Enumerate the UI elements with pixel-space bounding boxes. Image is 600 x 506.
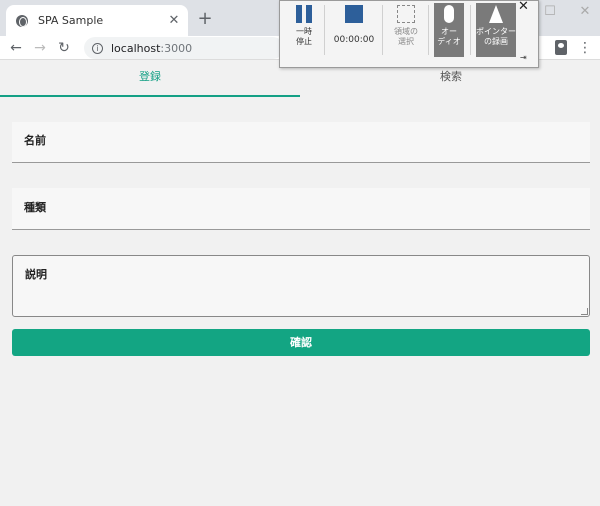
type-field[interactable]: 種類 — [12, 188, 590, 230]
select-region-button[interactable]: 領域の 選択 — [388, 3, 424, 57]
browser-menu-button[interactable]: ⋮ — [578, 38, 592, 58]
tab-search[interactable]: 検索 — [301, 60, 600, 97]
resize-handle[interactable] — [581, 308, 588, 315]
microphone-icon — [444, 5, 454, 23]
pointer-icon — [489, 5, 503, 23]
audio-label-1: オー — [441, 27, 457, 36]
separator — [324, 5, 325, 55]
info-icon[interactable]: i — [92, 42, 103, 54]
name-field[interactable]: 名前 — [12, 122, 590, 163]
globe-icon — [16, 14, 28, 27]
tab-close-icon[interactable]: ✕ — [164, 11, 184, 31]
separator — [428, 5, 429, 55]
browser-tab[interactable]: SPA Sample ✕ — [6, 5, 188, 36]
description-textarea[interactable]: 説明 — [12, 255, 590, 317]
window-close-button[interactable]: ✕ — [570, 2, 600, 22]
region-label-1: 領域の — [394, 27, 418, 36]
tab-title: SPA Sample — [38, 14, 104, 27]
tab-register[interactable]: 登録 — [0, 60, 300, 97]
region-label-2: 選択 — [398, 37, 414, 46]
forward-button[interactable]: → — [30, 38, 50, 58]
name-label: 名前 — [24, 134, 46, 147]
pointer-label-2: の録画 — [484, 37, 508, 46]
recorder-close-icon[interactable]: ✕ — [518, 0, 529, 14]
url-host: localhost — [111, 41, 161, 55]
region-select-icon — [397, 5, 415, 23]
confirm-button[interactable]: 確認 — [12, 329, 590, 356]
address-bar[interactable]: i localhost :3000 — [84, 37, 284, 59]
audio-toggle[interactable]: オー ディオ — [434, 3, 464, 57]
extension-icon[interactable] — [555, 40, 567, 55]
recording-timer: 00:00:00 — [333, 35, 375, 45]
pointer-label-1: ポインター — [476, 27, 516, 36]
maximize-button[interactable]: ☐ — [535, 2, 565, 22]
pause-label-1: 一時 — [296, 27, 312, 36]
description-label: 説明 — [25, 268, 47, 281]
type-label: 種類 — [24, 201, 46, 214]
separator — [382, 5, 383, 55]
new-tab-button[interactable]: + — [194, 9, 216, 31]
back-button[interactable]: ← — [6, 38, 26, 58]
pause-icon — [295, 5, 313, 23]
audio-label-2: ディオ — [437, 37, 461, 46]
app-tabs: 登録 検索 — [0, 60, 600, 97]
screen-recorder-toolbar: 一時 停止 00:00:00 領域の 選択 オー ディオ ポインター の録画 ✕… — [279, 0, 539, 68]
pause-label-2: 停止 — [296, 37, 312, 46]
separator — [470, 5, 471, 55]
stop-icon — [345, 5, 363, 23]
record-pointer-toggle[interactable]: ポインター の録画 — [476, 3, 516, 57]
reload-button[interactable]: ↻ — [54, 38, 74, 58]
url-port: :3000 — [160, 41, 193, 55]
stop-button[interactable] — [332, 3, 376, 57]
pause-button[interactable]: 一時 停止 — [286, 3, 322, 57]
